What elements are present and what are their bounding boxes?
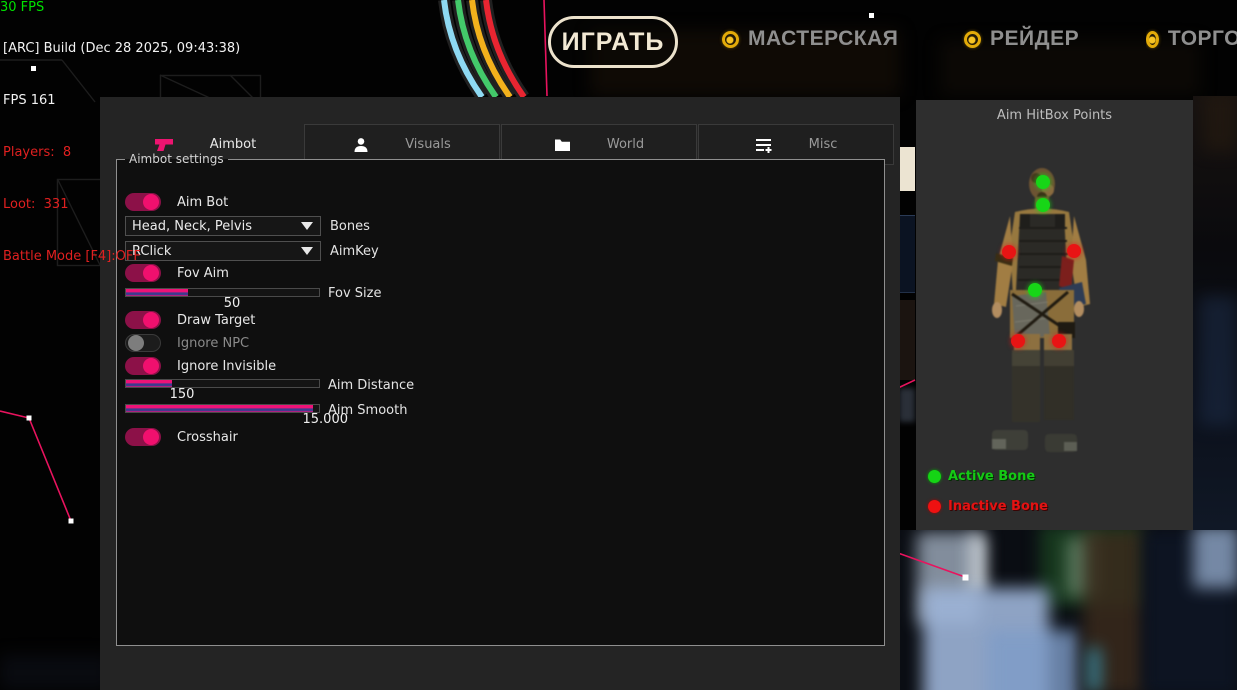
menu-item-label: РЕЙДЕР [990, 27, 1079, 51]
hitbox-point-left-arm [1002, 245, 1016, 259]
aim-distance-slider[interactable] [125, 379, 320, 388]
ignore-npc-row: Ignore NPC [125, 334, 249, 352]
aim-smooth-slider[interactable] [125, 404, 320, 413]
hitbox-point-right-thigh [1052, 334, 1066, 348]
draw-target-row: Draw Target [125, 311, 255, 329]
aim-distance-label: Aim Distance [328, 378, 414, 393]
play-button[interactable]: ИГРАТЬ [548, 16, 678, 68]
active-bone-dot-icon [928, 470, 941, 483]
hitbox-point-head [1036, 175, 1050, 189]
aimkey-label: AimKey [330, 244, 379, 259]
ignore-invisible-label: Ignore Invisible [177, 359, 276, 374]
aim-distance-value: 150 [162, 387, 202, 402]
bones-label: Bones [330, 219, 370, 234]
inactive-bone-dot-icon [928, 500, 941, 513]
coin-icon [722, 31, 739, 48]
slider-fill [126, 405, 313, 412]
draw-target-label: Draw Target [177, 313, 255, 328]
slider-fill [126, 380, 172, 387]
screen: 30 FPS [ARC] Build (Dec 28 2025, 09:43:3… [0, 0, 1237, 690]
loot-label: Loot: 331 [3, 197, 240, 212]
playlist-add-icon [755, 137, 773, 153]
legend-label: Active Bone [948, 469, 1035, 484]
bg-ui-fragment [899, 388, 915, 422]
legend-inactive-bone: Inactive Bone [928, 499, 1048, 514]
bg-right-strip [1193, 96, 1237, 530]
battle-mode-label: Battle Mode [F4]:OFF [3, 249, 240, 264]
hitbox-point-pelvis [1028, 283, 1042, 297]
toggle-knob [128, 335, 144, 351]
menu-item-masterskaya[interactable]: МАСТЕРСКАЯ [722, 27, 898, 51]
tab-label: Misc [809, 137, 838, 152]
menu-item-torg[interactable]: ТОРГО [1146, 27, 1237, 51]
bg-corner-blob [0, 655, 110, 690]
fov-size-label: Fov Size [328, 286, 381, 301]
stats-overlay: [ARC] Build (Dec 28 2025, 09:43:38) FPS … [3, 11, 240, 301]
coin-icon [964, 31, 981, 48]
crosshair-label: Crosshair [177, 430, 238, 445]
bg-bottom-right-scene [895, 530, 1237, 690]
bg-ui-fragment [899, 300, 915, 380]
toggle-knob [143, 312, 159, 328]
build-label: [ARC] Build (Dec 28 2025, 09:43:38) [3, 41, 240, 56]
bg-ui-fragment [899, 215, 915, 293]
bg-ui-fragment [899, 147, 915, 191]
rainbow-stripes [430, 0, 560, 97]
fps-label: FPS 161 [3, 93, 240, 108]
person-icon [353, 137, 369, 153]
fps-counter: 30 FPS [0, 0, 44, 15]
coin-icon [1146, 31, 1159, 48]
tab-label: World [607, 137, 644, 152]
tab-label: Visuals [405, 137, 451, 152]
ignore-invisible-toggle[interactable] [125, 357, 161, 375]
draw-target-toggle[interactable] [125, 311, 161, 329]
folder-icon [554, 138, 571, 152]
hitbox-panel: Aim HitBox Points [916, 100, 1193, 530]
menu-item-raider[interactable]: РЕЙДЕР [964, 27, 1079, 51]
crosshair-toggle[interactable] [125, 428, 161, 446]
hitbox-point-right-arm [1067, 244, 1081, 258]
toggle-knob [143, 429, 159, 445]
players-label: Players: 8 [3, 145, 240, 160]
hitbox-point-neck [1036, 198, 1050, 212]
chevron-down-icon [301, 222, 313, 230]
crosshair-row: Crosshair [125, 428, 238, 446]
chevron-down-icon [301, 247, 313, 255]
legend-label: Inactive Bone [948, 499, 1048, 514]
toggle-knob [143, 358, 159, 374]
character-model [916, 100, 1193, 530]
ignore-npc-toggle[interactable] [125, 334, 161, 352]
ignore-invisible-row: Ignore Invisible [125, 357, 276, 375]
menu-item-label: МАСТЕРСКАЯ [748, 27, 898, 51]
hitbox-point-left-thigh [1011, 334, 1025, 348]
ignore-npc-label: Ignore NPC [177, 336, 249, 351]
menu-item-label: ТОРГО [1168, 27, 1237, 51]
aim-smooth-value: 15.000 [302, 412, 348, 427]
legend-active-bone: Active Bone [928, 469, 1035, 484]
